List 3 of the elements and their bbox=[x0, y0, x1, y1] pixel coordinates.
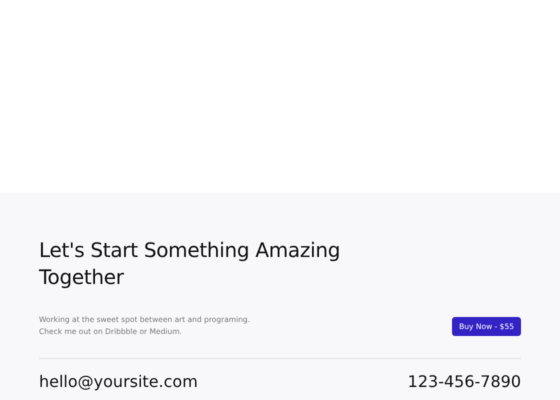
email-link[interactable]: hello@yoursite.com bbox=[39, 372, 198, 392]
footer-heading: Let's Start Something Amazing Together bbox=[39, 237, 342, 291]
phone-link[interactable]: 123-456-7890 bbox=[408, 372, 521, 392]
